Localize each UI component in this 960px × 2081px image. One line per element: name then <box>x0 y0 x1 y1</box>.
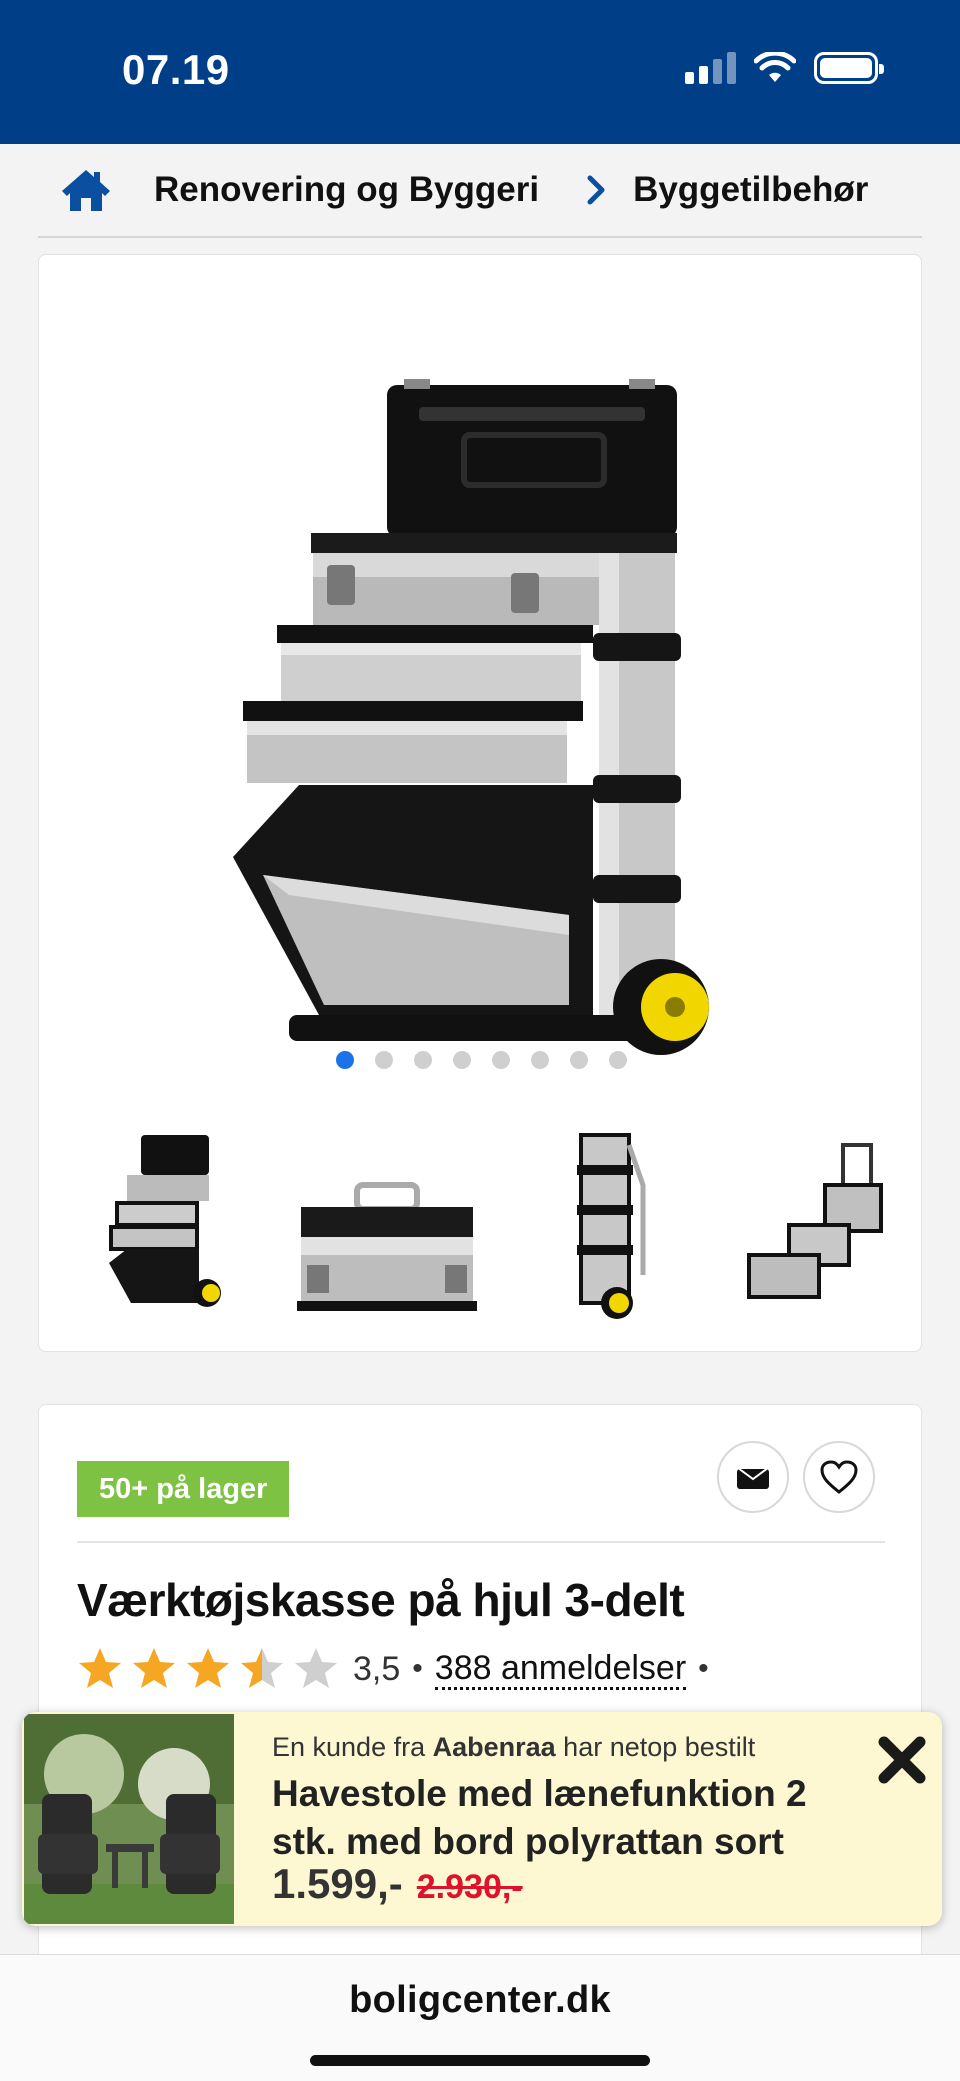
browser-bar: boligcenter.dk <box>0 1954 960 2081</box>
gallery-dot[interactable] <box>413 1051 432 1069</box>
gallery-dot[interactable] <box>530 1051 549 1069</box>
star-icon <box>187 1648 229 1688</box>
signal-icon <box>685 52 736 84</box>
breadcrumb-item-byggetilbehor[interactable]: Byggetilbehør <box>633 170 868 210</box>
favorite-button[interactable] <box>803 1441 875 1513</box>
battery-icon <box>814 52 884 84</box>
rating-row: 3,5 • 388 anmeldelser • <box>77 1641 709 1697</box>
recent-order-notification[interactable]: En kunde fra Aabenraa har netop bestilt … <box>22 1712 942 1926</box>
rating-value: 3,5 <box>353 1649 401 1688</box>
notification-product-title[interactable]: Havestole med lænefunktion 2 stk. med bo… <box>272 1770 872 1866</box>
thumbnail-4[interactable] <box>739 1125 889 1325</box>
product-main-image[interactable] <box>229 315 749 1115</box>
gallery-dot[interactable] <box>335 1051 354 1069</box>
status-icons <box>685 52 884 84</box>
thumbnail-1[interactable] <box>103 1125 223 1325</box>
separator: • <box>412 1652 423 1685</box>
separator: • <box>698 1652 709 1685</box>
gallery-pagination <box>39 1051 923 1069</box>
gallery-dot[interactable] <box>569 1051 588 1069</box>
notification-product-image <box>24 1714 234 1924</box>
share-email-button[interactable] <box>717 1441 789 1513</box>
star-icon <box>133 1648 175 1688</box>
product-gallery <box>38 254 922 1352</box>
product-title: Værktøjskasse på hjul 3-delt <box>77 1574 685 1626</box>
envelope-icon <box>737 1467 769 1489</box>
stock-badge: 50+ på lager <box>77 1461 290 1517</box>
home-icon[interactable] <box>60 167 112 213</box>
chevron-right-icon <box>587 175 605 205</box>
divider <box>77 1541 885 1543</box>
reviews-link[interactable]: 388 anmeldelser <box>434 1649 687 1690</box>
rating-stars <box>77 1646 339 1692</box>
thumbnail-3[interactable] <box>559 1125 649 1325</box>
notification-price: 1.599,- <box>272 1860 403 1907</box>
star-icon <box>241 1648 283 1688</box>
gallery-thumbnails <box>39 1125 923 1325</box>
notification-subtitle: En kunde fra Aabenraa har netop bestilt <box>272 1732 755 1763</box>
status-time: 07.19 <box>122 46 230 93</box>
close-icon[interactable] <box>874 1732 930 1788</box>
star-icon <box>79 1648 121 1688</box>
notification-old-price: 2.930,- <box>416 1868 523 1906</box>
gallery-dot[interactable] <box>491 1051 510 1069</box>
page: 07.19 Renovering og Byggeri Byggetilbehø <box>0 0 960 2081</box>
heart-icon <box>820 1460 858 1494</box>
gallery-dot[interactable] <box>608 1051 627 1069</box>
gallery-dot[interactable] <box>374 1051 393 1069</box>
notification-prefix: En kunde fra <box>272 1732 433 1762</box>
breadcrumb-item-renovering[interactable]: Renovering og Byggeri <box>154 170 539 210</box>
home-indicator[interactable] <box>310 2055 650 2066</box>
thumbnail-2[interactable] <box>287 1125 483 1325</box>
notification-city: Aabenraa <box>432 1732 556 1762</box>
star-icon <box>295 1648 337 1688</box>
wifi-icon <box>754 52 796 82</box>
notification-price-row: 1.599,- 2.930,- <box>272 1860 523 1908</box>
status-bar: 07.19 <box>0 0 960 144</box>
gallery-dot[interactable] <box>452 1051 471 1069</box>
notification-suffix: har netop bestilt <box>555 1732 756 1762</box>
browser-url[interactable]: boligcenter.dk <box>0 1979 960 2022</box>
breadcrumb: Renovering og Byggeri Byggetilbehør <box>38 144 922 238</box>
